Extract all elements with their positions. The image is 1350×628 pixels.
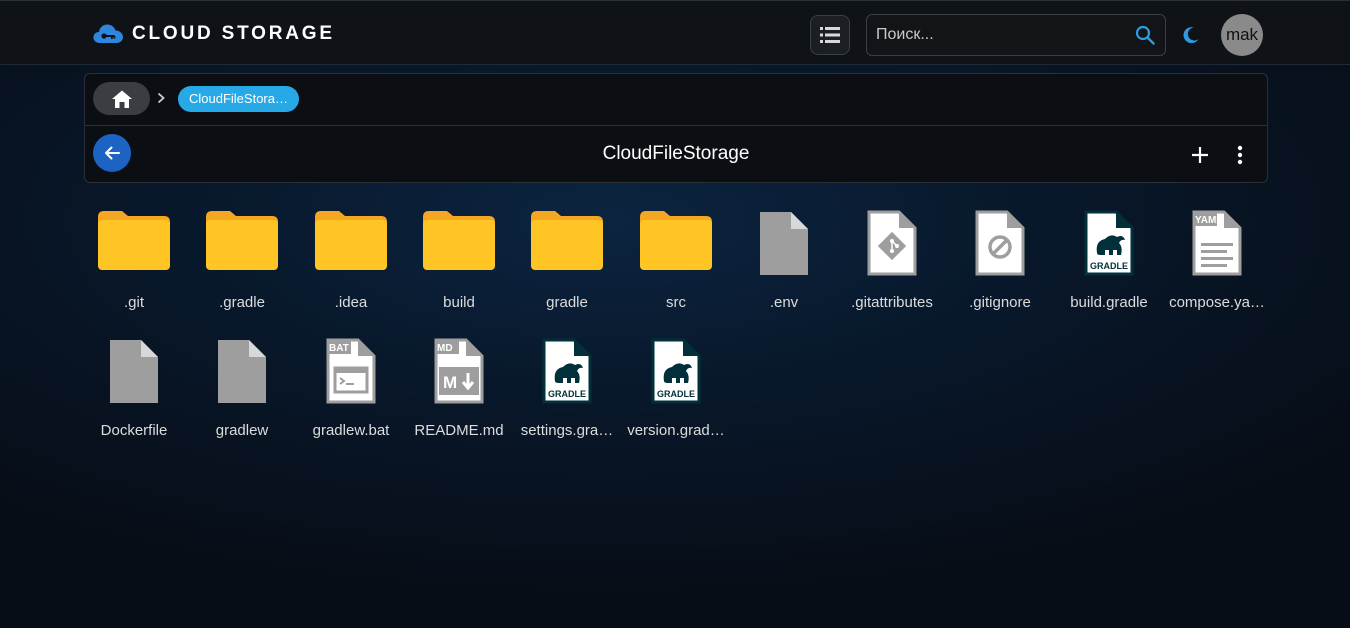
breadcrumb: CloudFileStora… xyxy=(85,74,1267,126)
svg-text:GRADLE: GRADLE xyxy=(1090,261,1128,271)
file-name: .gitignore xyxy=(969,294,1031,311)
app-header: CLOUD STORAGE mak xyxy=(0,0,1350,65)
file-item[interactable]: GRADLE build.gradle xyxy=(1059,203,1159,323)
file-item[interactable]: YAML compose.ya… xyxy=(1167,203,1267,323)
list-view-icon xyxy=(820,27,840,43)
navigation-panel: CloudFileStora… CloudFileStorage xyxy=(84,73,1268,183)
folder-item[interactable]: build xyxy=(409,203,509,323)
file-name: settings.gra… xyxy=(520,422,614,439)
file-name: build.gradle xyxy=(1070,294,1148,311)
bat-file-icon: BAT xyxy=(326,338,376,404)
file-item[interactable]: MD M README.md xyxy=(409,331,509,451)
file-name: Dockerfile xyxy=(100,422,168,439)
folder-item[interactable]: .idea xyxy=(301,203,401,323)
file-item[interactable]: gradlew xyxy=(192,331,292,451)
file-item[interactable]: GRADLE version.grad… xyxy=(626,331,726,451)
file-name: gradlew.bat xyxy=(312,422,390,439)
folder-toolbar: CloudFileStorage xyxy=(85,126,1267,183)
file-item[interactable]: .gitignore xyxy=(950,203,1050,323)
svg-text:M: M xyxy=(443,373,457,392)
folder-icon xyxy=(206,211,278,270)
svg-text:GRADLE: GRADLE xyxy=(657,389,695,399)
folder-item[interactable]: src xyxy=(626,203,726,323)
file-item[interactable]: .env xyxy=(734,203,834,323)
search-icon[interactable] xyxy=(1135,25,1155,45)
file-icon xyxy=(218,340,266,403)
file-name: .gradle xyxy=(219,294,265,311)
breadcrumb-home-button[interactable] xyxy=(93,82,150,115)
folder-title: CloudFileStorage xyxy=(602,143,750,164)
app-title: CLOUD STORAGE xyxy=(132,23,335,44)
svg-text:YAML: YAML xyxy=(1195,215,1222,226)
plus-icon[interactable] xyxy=(1189,144,1211,166)
breadcrumb-current[interactable]: CloudFileStora… xyxy=(178,86,299,112)
search-box xyxy=(866,14,1166,56)
file-icon xyxy=(760,212,808,275)
file-item[interactable]: Dockerfile xyxy=(84,331,184,451)
home-icon xyxy=(111,90,132,108)
more-vertical-icon[interactable] xyxy=(1230,144,1250,166)
folder-icon xyxy=(315,211,387,270)
file-item[interactable]: GRADLE settings.gra… xyxy=(517,331,617,451)
gradle-file-icon: GRADLE xyxy=(1084,210,1134,276)
avatar-initials: mak xyxy=(1225,25,1259,44)
git-file-icon xyxy=(867,210,917,276)
chevron-right-icon xyxy=(157,92,165,104)
view-toggle-button[interactable] xyxy=(810,15,850,55)
file-icon xyxy=(110,340,158,403)
file-item[interactable]: BAT gradlew.bat xyxy=(301,331,401,451)
folder-icon xyxy=(423,211,495,270)
file-name: src xyxy=(666,294,686,311)
file-name: .git xyxy=(123,294,144,311)
gradle-file-icon: GRADLE xyxy=(651,338,701,404)
file-name: gradle xyxy=(546,294,588,311)
file-name: .env xyxy=(769,294,799,311)
gradle-file-icon: GRADLE xyxy=(542,338,592,404)
file-name: .gitattributes xyxy=(851,294,933,311)
file-item[interactable]: .gitattributes xyxy=(842,203,942,323)
folder-item[interactable]: .git xyxy=(84,203,184,323)
logo[interactable]: CLOUD STORAGE xyxy=(92,21,335,47)
folder-item[interactable]: .gradle xyxy=(192,203,292,323)
svg-text:GRADLE: GRADLE xyxy=(548,389,586,399)
folder-icon xyxy=(531,211,603,270)
file-name: build xyxy=(443,294,475,311)
md-file-icon: MD M xyxy=(434,338,484,404)
svg-text:MD: MD xyxy=(437,343,453,354)
ignore-file-icon xyxy=(975,210,1025,276)
file-name: gradlew xyxy=(215,422,269,439)
cloud-key-icon xyxy=(93,24,123,43)
file-name: README.md xyxy=(414,422,504,439)
file-name: version.grad… xyxy=(627,422,725,439)
file-name: compose.ya… xyxy=(1169,294,1265,311)
avatar[interactable]: mak xyxy=(1221,14,1263,56)
moon-icon[interactable] xyxy=(1181,25,1201,45)
folder-icon xyxy=(98,211,170,270)
file-name: .idea xyxy=(334,294,368,311)
svg-text:BAT: BAT xyxy=(329,343,349,354)
folder-icon xyxy=(640,211,712,270)
yaml-file-icon: YAML xyxy=(1192,210,1242,276)
folder-item[interactable]: gradle xyxy=(517,203,617,323)
search-input[interactable] xyxy=(867,15,1122,55)
